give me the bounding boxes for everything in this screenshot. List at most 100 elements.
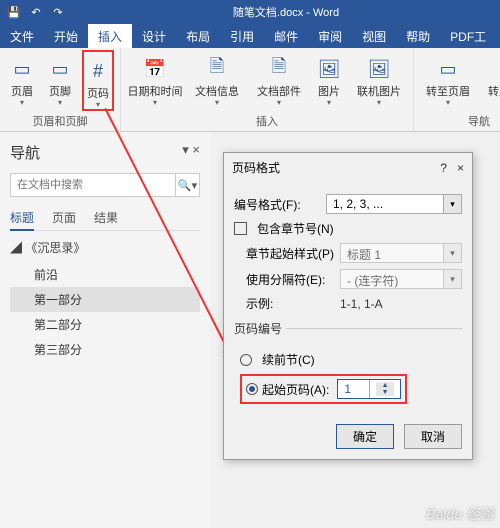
nav-tab-页面[interactable]: 页面: [52, 209, 76, 226]
chevron-down-icon: ▾: [153, 98, 157, 107]
chevron-down-icon[interactable]: ▾: [443, 195, 461, 213]
group-label: 导航: [468, 111, 490, 131]
start-spinner[interactable]: 1 ▲▼: [337, 379, 401, 399]
help-icon[interactable]: ?: [440, 161, 447, 175]
example-value: 1-1, 1-A: [340, 297, 383, 311]
group-label: 页眉和页脚: [33, 111, 88, 131]
ribbon-转至页脚[interactable]: ▭转至页脚▾: [482, 50, 500, 107]
tab-开始[interactable]: 开始: [44, 24, 88, 48]
chevron-down-icon: ▾: [277, 98, 281, 107]
tab-布局[interactable]: 布局: [176, 24, 220, 48]
start-radio[interactable]: [246, 383, 258, 395]
日期和时间-icon: 📅: [140, 54, 170, 84]
chevron-down-icon: ▾: [96, 100, 100, 109]
ribbon-页脚[interactable]: ▭页脚▾: [44, 50, 76, 111]
page-number-format-dialog: 页码格式 ? × 编号格式(F): 1, 2, 3, ... ▾ 包含章节号(N…: [223, 152, 473, 460]
format-value: 1, 2, 3, ...: [327, 195, 443, 213]
chevron-down-icon: ▾: [20, 98, 24, 107]
tab-引用[interactable]: 引用: [220, 24, 264, 48]
start-label: 起始页码(A):: [262, 381, 329, 398]
chapter-style-value: 标题 1: [341, 244, 443, 262]
close-icon[interactable]: ×: [457, 161, 464, 175]
tree-item[interactable]: 第二部分: [10, 312, 200, 337]
ribbon-页眉[interactable]: ▭页眉▾: [6, 50, 38, 111]
nav-tab-标题[interactable]: 标题: [10, 209, 34, 231]
format-label: 编号格式(F):: [234, 196, 320, 213]
图片-icon: 🖼: [314, 54, 344, 84]
tree-root[interactable]: ◢ 《沉思录》: [10, 239, 200, 256]
dialog-title: 页码格式: [232, 159, 280, 176]
转至页眉-icon: ▭: [433, 54, 463, 84]
outline-tree: ◢ 《沉思录》 前沿第一部分第二部分第三部分: [10, 239, 200, 362]
文档部件-icon: 🗎: [264, 54, 294, 84]
页脚-icon: ▭: [45, 54, 75, 84]
ribbon-group-insert: 📅日期和时间▾🗎文档信息▾🗎文档部件▾🖼图片▾🖼联机图片▾ 插入: [121, 48, 414, 131]
nav-title: 导航: [10, 142, 40, 163]
spin-down-icon[interactable]: ▼: [376, 389, 395, 396]
nav-tabs: 标题 页面 结果: [10, 209, 200, 231]
chevron-down-icon: ▾: [446, 98, 450, 107]
联机图片-icon: 🖼: [364, 54, 394, 84]
start-at-highlight: 起始页码(A): 1 ▲▼: [240, 374, 407, 404]
tree-item[interactable]: 第三部分: [10, 337, 200, 362]
ribbon-转至页眉[interactable]: ▭转至页眉▾: [420, 50, 476, 107]
转至页脚-icon: ▭: [495, 54, 500, 84]
window-title: 随笔文档.docx - Word: [72, 4, 500, 20]
chapter-style-combo[interactable]: 标题 1 ▾: [340, 243, 462, 263]
ribbon-图片[interactable]: 🖼图片▾: [313, 50, 345, 107]
chevron-down-icon: ▾: [377, 98, 381, 107]
ribbon-日期和时间[interactable]: 📅日期和时间▾: [127, 50, 183, 107]
文档信息-icon: 🗎: [202, 54, 232, 84]
页码-icon: #: [83, 56, 113, 86]
separator-combo[interactable]: - (连字符) ▾: [340, 269, 462, 289]
navigation-pane: 导航 ▾ × 🔍▾ 标题 页面 结果 ◢ 《沉思录》 前沿第一部分第二部分第三部分: [0, 132, 210, 528]
tab-PDF工[interactable]: PDF工: [440, 24, 496, 48]
tree-item[interactable]: 第一部分: [10, 287, 200, 312]
tree-item[interactable]: 前沿: [10, 262, 200, 287]
cancel-button[interactable]: 取消: [404, 424, 462, 449]
tab-帮助[interactable]: 帮助: [396, 24, 440, 48]
tab-设计[interactable]: 设计: [132, 24, 176, 48]
undo-icon[interactable]: ↶: [28, 4, 44, 20]
ribbon-联机图片[interactable]: 🖼联机图片▾: [351, 50, 407, 107]
continue-radio[interactable]: [240, 354, 252, 366]
group-label: 插入: [256, 111, 278, 131]
tab-文件[interactable]: 文件: [0, 24, 44, 48]
chevron-down-icon: ▾: [443, 270, 461, 288]
example-label: 示例:: [234, 295, 334, 312]
search-input[interactable]: [11, 174, 175, 196]
nav-tab-结果[interactable]: 结果: [94, 209, 118, 226]
separator-value: - (连字符): [341, 270, 443, 288]
format-combo[interactable]: 1, 2, 3, ... ▾: [326, 194, 462, 214]
tab-视图[interactable]: 视图: [352, 24, 396, 48]
ribbon-tabs: 文件开始插入设计布局引用邮件审阅视图帮助PDF工: [0, 24, 500, 48]
tab-邮件[interactable]: 邮件: [264, 24, 308, 48]
ribbon-文档信息[interactable]: 🗎文档信息▾: [189, 50, 245, 107]
chevron-down-icon: ▾: [215, 98, 219, 107]
nav-dropdown-icon[interactable]: ▾ ×: [182, 142, 200, 163]
search-icon[interactable]: 🔍▾: [175, 174, 199, 196]
chapter-style-label: 章节起始样式(P): [234, 245, 334, 262]
numbering-legend: 页码编号: [234, 320, 286, 337]
ribbon-文档部件[interactable]: 🗎文档部件▾: [251, 50, 307, 107]
save-icon[interactable]: 💾: [6, 4, 22, 20]
spin-up-icon[interactable]: ▲: [376, 382, 395, 389]
watermark: Baidu 经验: [426, 504, 494, 524]
tab-审阅[interactable]: 审阅: [308, 24, 352, 48]
separator-label: 使用分隔符(E):: [234, 271, 334, 288]
chapter-label: 包含章节号(N): [257, 220, 334, 237]
ribbon-group-nav: ▭转至页眉▾ ▭转至页脚▾ 导航: [414, 48, 500, 131]
ok-button[interactable]: 确定: [336, 424, 394, 449]
ribbon: ▭页眉▾▭页脚▾#页码▾ 页眉和页脚 📅日期和时间▾🗎文档信息▾🗎文档部件▾🖼图…: [0, 48, 500, 132]
tab-插入[interactable]: 插入: [88, 24, 132, 48]
页眉-icon: ▭: [7, 54, 37, 84]
chapter-checkbox[interactable]: [234, 222, 247, 235]
ribbon-group-header-footer: ▭页眉▾▭页脚▾#页码▾ 页眉和页脚: [0, 48, 121, 131]
ribbon-页码[interactable]: #页码▾: [82, 50, 114, 111]
chevron-down-icon: ▾: [443, 244, 461, 262]
chevron-down-icon: ▾: [58, 98, 62, 107]
start-value: 1: [338, 380, 369, 398]
search-box[interactable]: 🔍▾: [10, 173, 200, 197]
redo-icon[interactable]: ↷: [50, 4, 66, 20]
continue-label: 续前节(C): [262, 351, 315, 368]
